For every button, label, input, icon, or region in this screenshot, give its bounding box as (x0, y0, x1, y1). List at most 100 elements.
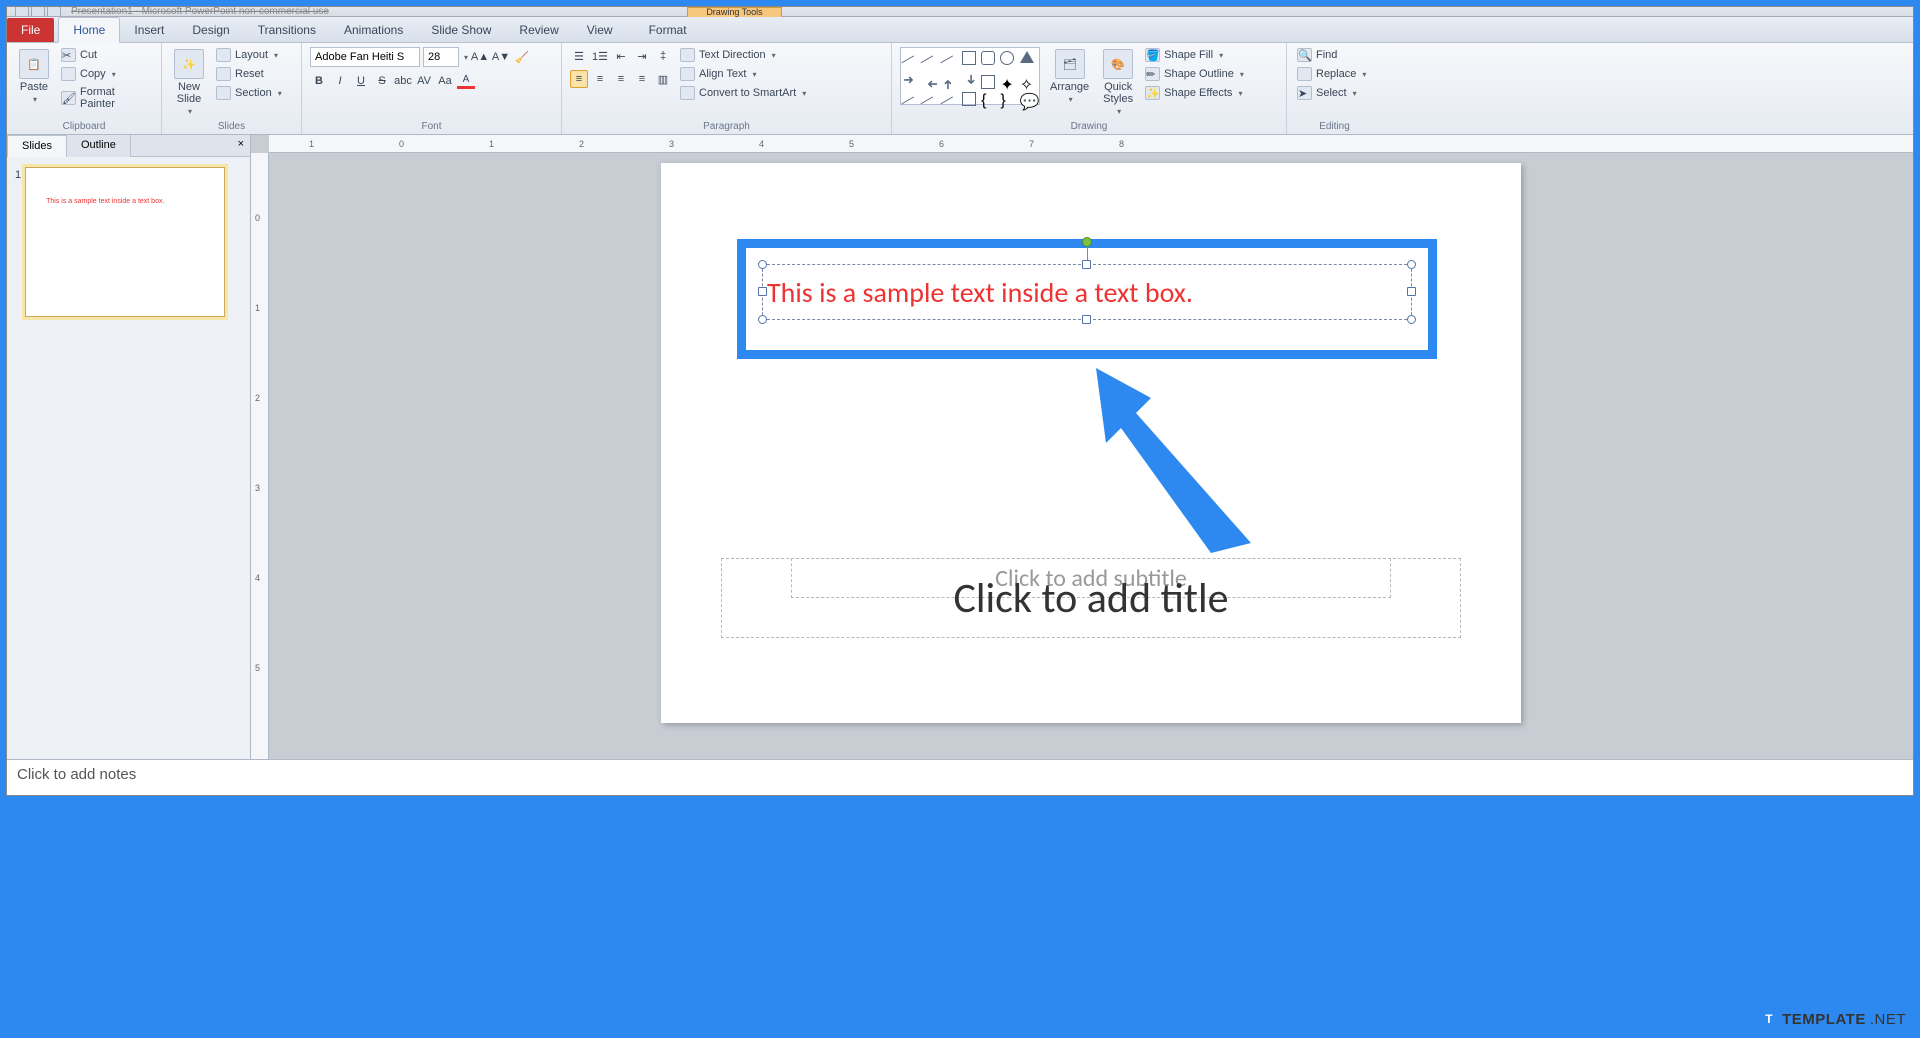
arrange-button[interactable]: 🗂 Arrange▾ (1046, 47, 1093, 106)
find-icon: 🔍 (1297, 48, 1312, 62)
shape-scribble-icon[interactable] (940, 96, 959, 115)
align-center-button[interactable]: ≡ (591, 70, 609, 88)
tab-review[interactable]: Review (505, 18, 572, 42)
shape-curve-icon[interactable] (901, 96, 920, 115)
clear-formatting-button[interactable]: 🧹 (513, 48, 531, 66)
char-spacing-button[interactable]: AV (415, 72, 433, 90)
textbox-content[interactable]: This is a sample text inside a text box. (763, 265, 1411, 310)
tab-transitions[interactable]: Transitions (244, 18, 330, 42)
shrink-font-button[interactable]: A▼ (492, 48, 510, 66)
reset-button[interactable]: Reset (214, 66, 284, 82)
paste-button[interactable]: 📋 Paste▾ (15, 47, 53, 106)
underline-button[interactable]: U (352, 72, 370, 90)
slide-viewport[interactable]: This is a sample text inside a text box.… (269, 153, 1913, 759)
shape-rounded-rect-icon[interactable] (981, 51, 995, 65)
shape-connector-icon[interactable] (940, 55, 959, 74)
notes-pane[interactable]: Click to add notes (7, 759, 1913, 795)
shape-oval-icon[interactable] (1000, 51, 1014, 65)
shape-fill-button[interactable]: 🪣Shape Fill▾ (1143, 47, 1246, 63)
shape-triangle-icon[interactable] (1020, 51, 1034, 63)
shape-textbox-icon[interactable] (962, 92, 976, 106)
shape-star-icon[interactable]: ✧ (1020, 75, 1034, 89)
contextual-tab-drawing-tools[interactable]: Drawing Tools (687, 7, 782, 17)
tab-slides[interactable]: Slides (7, 135, 67, 157)
shape-star-icon[interactable]: ✦ (1000, 75, 1014, 89)
bullets-button[interactable]: ☰ (570, 47, 588, 65)
resize-handle-se[interactable] (1407, 315, 1416, 324)
tab-format[interactable]: Format (635, 18, 701, 42)
rotate-handle[interactable] (1082, 237, 1092, 247)
convert-smartart-button[interactable]: Convert to SmartArt▾ (678, 85, 808, 101)
align-right-button[interactable]: ≡ (612, 70, 630, 88)
slide[interactable]: This is a sample text inside a text box.… (661, 163, 1521, 723)
increase-indent-button[interactable]: ⇥ (633, 47, 651, 65)
select-button[interactable]: ➤Select▾ (1295, 85, 1368, 101)
align-text-button[interactable]: Align Text▾ (678, 66, 808, 82)
resize-handle-ne[interactable] (1407, 260, 1416, 269)
copy-button[interactable]: Copy▾ (59, 66, 153, 82)
qat-redo-icon[interactable] (47, 7, 61, 17)
resize-handle-n[interactable] (1082, 260, 1091, 269)
font-name-input[interactable] (310, 47, 420, 67)
strikethrough-button[interactable]: S (373, 72, 391, 90)
shape-outline-button[interactable]: ✏Shape Outline▾ (1143, 66, 1246, 82)
shape-arrow-up-icon[interactable] (943, 75, 957, 89)
tab-insert[interactable]: Insert (120, 18, 178, 42)
tab-home[interactable]: Home (58, 17, 120, 43)
justify-button[interactable]: ≡ (633, 70, 651, 88)
shape-brace-icon[interactable]: { (981, 92, 995, 106)
columns-button[interactable]: ▥ (654, 70, 672, 88)
selected-textbox[interactable]: This is a sample text inside a text box. (762, 264, 1412, 320)
decrease-indent-button[interactable]: ⇤ (612, 47, 630, 65)
shape-arrow-right-icon[interactable] (904, 75, 918, 89)
format-painter-button[interactable]: 🖌Format Painter (59, 85, 153, 111)
new-slide-button[interactable]: ✨ New Slide▾ (170, 47, 208, 118)
title-placeholder[interactable]: Click to add title (721, 558, 1461, 638)
resize-handle-s[interactable] (1082, 315, 1091, 324)
bold-button[interactable]: B (310, 72, 328, 90)
watermark-brand: TEMPLATE (1782, 1011, 1866, 1028)
align-left-button[interactable]: ≡ (570, 70, 588, 88)
shape-callout-icon[interactable]: 💬 (1020, 92, 1034, 106)
tab-file[interactable]: File (7, 18, 54, 42)
shape-rect-icon[interactable] (981, 75, 995, 89)
tab-design[interactable]: Design (178, 18, 243, 42)
tab-animations[interactable]: Animations (330, 18, 417, 42)
font-size-input[interactable] (423, 47, 459, 67)
font-color-button[interactable]: A (457, 72, 475, 90)
close-panel-button[interactable]: × (232, 135, 250, 157)
thumbnail-item[interactable]: 1 This is a sample text inside a text bo… (15, 167, 242, 317)
title-bar: Presentation1 - Microsoft PowerPoint non… (7, 7, 1913, 17)
resize-handle-e[interactable] (1407, 287, 1416, 296)
resize-handle-w[interactable] (758, 287, 767, 296)
change-case-button[interactable]: Aa (436, 72, 454, 90)
qat-save-icon[interactable] (15, 7, 29, 17)
line-spacing-button[interactable]: ‡ (654, 47, 672, 65)
shape-brace-icon[interactable]: } (1000, 92, 1014, 106)
shapes-gallery[interactable]: ✦ ✧ { } 💬 (900, 47, 1040, 105)
replace-button[interactable]: Replace▾ (1295, 66, 1368, 82)
italic-button[interactable]: I (331, 72, 349, 90)
layout-button[interactable]: Layout▾ (214, 47, 284, 63)
cut-button[interactable]: ✂Cut (59, 47, 153, 63)
numbering-button[interactable]: 1☰ (591, 47, 609, 65)
resize-handle-nw[interactable] (758, 260, 767, 269)
shape-rectangle-icon[interactable] (962, 51, 976, 65)
shape-freeform-icon[interactable] (921, 96, 940, 115)
shadow-button[interactable]: abc (394, 72, 412, 90)
tab-slideshow[interactable]: Slide Show (417, 18, 505, 42)
shape-line-icon[interactable] (921, 55, 940, 74)
text-direction-button[interactable]: Text Direction▾ (678, 47, 808, 63)
section-button[interactable]: Section▾ (214, 85, 284, 101)
shape-arrow-down-icon[interactable] (962, 75, 976, 89)
resize-handle-sw[interactable] (758, 315, 767, 324)
find-button[interactable]: 🔍Find (1295, 47, 1368, 63)
tab-view[interactable]: View (573, 18, 627, 42)
qat-undo-icon[interactable] (31, 7, 45, 17)
shape-arrow-left-icon[interactable] (923, 75, 937, 89)
quick-styles-button[interactable]: 🎨 Quick Styles▾ (1099, 47, 1137, 118)
shape-effects-button[interactable]: ✨Shape Effects▾ (1143, 85, 1246, 101)
tab-outline[interactable]: Outline (67, 135, 131, 157)
grow-font-button[interactable]: A▲ (471, 48, 489, 66)
slide-thumbnail[interactable]: This is a sample text inside a text box. (25, 167, 225, 317)
